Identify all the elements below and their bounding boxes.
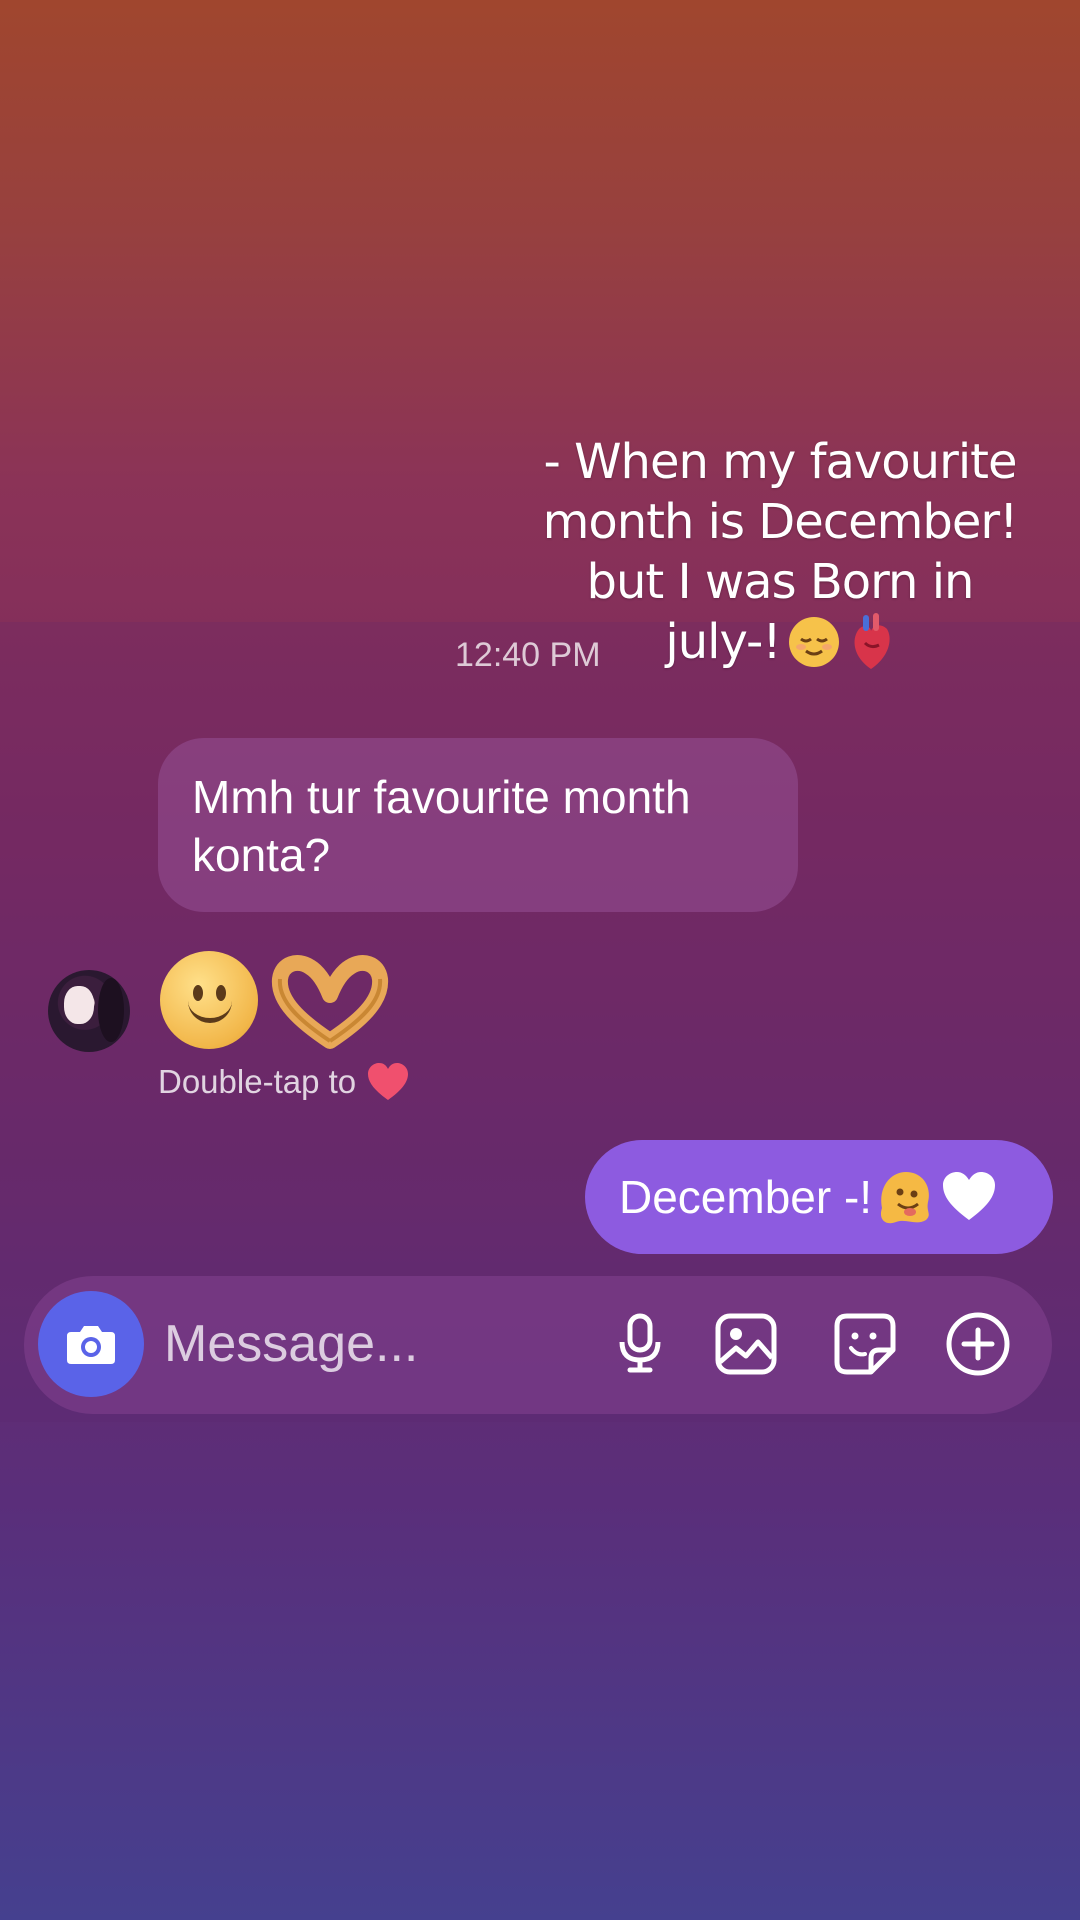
sticker-icon bbox=[834, 1313, 896, 1375]
plus-icon bbox=[946, 1312, 1010, 1376]
anatomical-heart-icon bbox=[854, 613, 890, 669]
relieved-face-icon bbox=[788, 617, 839, 667]
sent-message-text: December -! bbox=[619, 1171, 873, 1223]
heart-icon bbox=[368, 1063, 409, 1100]
more-options-button[interactable] bbox=[942, 1308, 1014, 1380]
camera-icon bbox=[67, 1326, 115, 1364]
avatar-hair bbox=[98, 978, 124, 1042]
slightly-smiling-face-icon bbox=[160, 951, 258, 1049]
heart-hands-icon bbox=[270, 951, 390, 1049]
image-icon bbox=[715, 1313, 777, 1375]
gallery-button[interactable] bbox=[710, 1308, 782, 1380]
emoji-message[interactable] bbox=[160, 945, 390, 1055]
caption-line: but I was Born in bbox=[586, 554, 975, 610]
caption-line-text: july-! bbox=[665, 614, 781, 670]
caption-line: - When my favourite bbox=[543, 434, 1017, 490]
microphone-button[interactable] bbox=[604, 1308, 676, 1380]
avatar-face bbox=[64, 986, 94, 1024]
received-message-text: Mmh tur favourite month bbox=[192, 771, 691, 823]
double-tap-hint: Double-tap to bbox=[158, 1062, 410, 1102]
melting-face-icon bbox=[881, 1172, 929, 1224]
sticker-button[interactable] bbox=[829, 1308, 901, 1380]
microphone-icon bbox=[619, 1313, 661, 1373]
white-heart-icon bbox=[943, 1172, 996, 1220]
double-tap-text: Double-tap to bbox=[158, 1063, 357, 1100]
message-timestamp: 12:40 PM bbox=[455, 636, 601, 674]
received-message-bubble[interactable]: Mmh tur favourite month konta? bbox=[158, 738, 798, 912]
received-message-text: konta? bbox=[192, 829, 331, 881]
caption-line: month is December! bbox=[542, 494, 1019, 550]
avatar[interactable] bbox=[48, 970, 130, 1052]
sent-message-bubble[interactable]: December -! bbox=[585, 1140, 1053, 1254]
message-composer bbox=[24, 1276, 1052, 1414]
camera-button[interactable] bbox=[38, 1291, 144, 1397]
message-input[interactable] bbox=[164, 1306, 584, 1382]
